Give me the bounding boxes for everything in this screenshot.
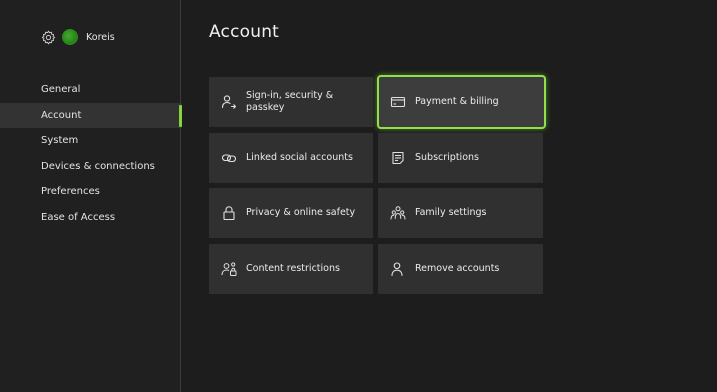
user-lock-icon	[221, 261, 237, 277]
tile-subscriptions[interactable]: Subscriptions	[378, 133, 543, 183]
person-icon	[390, 261, 406, 277]
tile-sign-in-security[interactable]: Sign-in, security & passkey	[209, 77, 373, 127]
sidebar-item-label: System	[41, 135, 79, 147]
tile-label: Sign-in, security & passkey	[246, 90, 334, 113]
tile-label: Content restrictions	[246, 263, 340, 274]
sidebar-nav: General Account System Devices & connect…	[0, 77, 182, 230]
family-icon	[390, 205, 406, 221]
tile-content-restrictions[interactable]: Content restrictions	[209, 244, 373, 294]
sidebar-item-label: Ease of Access	[41, 211, 116, 223]
profile-header[interactable]: Koreis	[41, 29, 115, 45]
sidebar-item-devices-connections[interactable]: Devices & connections	[0, 154, 182, 180]
list-icon	[390, 150, 406, 166]
tile-remove-accounts[interactable]: Remove accounts	[378, 244, 543, 294]
settings-app: Koreis General Account System Devices & …	[0, 0, 717, 392]
user-arrow-icon	[221, 94, 237, 110]
sidebar: Koreis General Account System Devices & …	[0, 0, 182, 392]
tile-label: Family settings	[415, 207, 487, 218]
credit-card-icon	[390, 94, 406, 110]
tile-label: Linked social accounts	[246, 152, 353, 163]
gamertag: Koreis	[86, 31, 115, 43]
avatar[interactable]	[62, 29, 78, 45]
tile-payment-billing[interactable]: Payment & billing	[377, 75, 546, 129]
tile-label: Subscriptions	[415, 152, 479, 163]
tile-label: Remove accounts	[415, 263, 500, 274]
sidebar-item-preferences[interactable]: Preferences	[0, 179, 182, 205]
sidebar-item-label: Devices & connections	[41, 160, 155, 172]
tile-privacy-online-safety[interactable]: Privacy & online safety	[209, 188, 373, 238]
tile-label: Payment & billing	[415, 96, 499, 107]
page-title: Account	[209, 22, 280, 42]
sidebar-item-label: Account	[41, 109, 82, 121]
tile-label: Privacy & online safety	[246, 207, 356, 218]
tile-family-settings[interactable]: Family settings	[378, 188, 543, 238]
lock-icon	[221, 205, 237, 221]
sidebar-item-general[interactable]: General	[0, 77, 182, 103]
link-icon	[221, 150, 237, 166]
sidebar-item-system[interactable]: System	[0, 128, 182, 154]
sidebar-item-ease-of-access[interactable]: Ease of Access	[0, 205, 182, 231]
sidebar-item-account[interactable]: Account	[0, 102, 182, 128]
sidebar-item-label: General	[41, 84, 81, 96]
tile-linked-social-accounts[interactable]: Linked social accounts	[209, 133, 373, 183]
gear-icon[interactable]	[41, 30, 56, 45]
sidebar-item-label: Preferences	[41, 186, 100, 198]
